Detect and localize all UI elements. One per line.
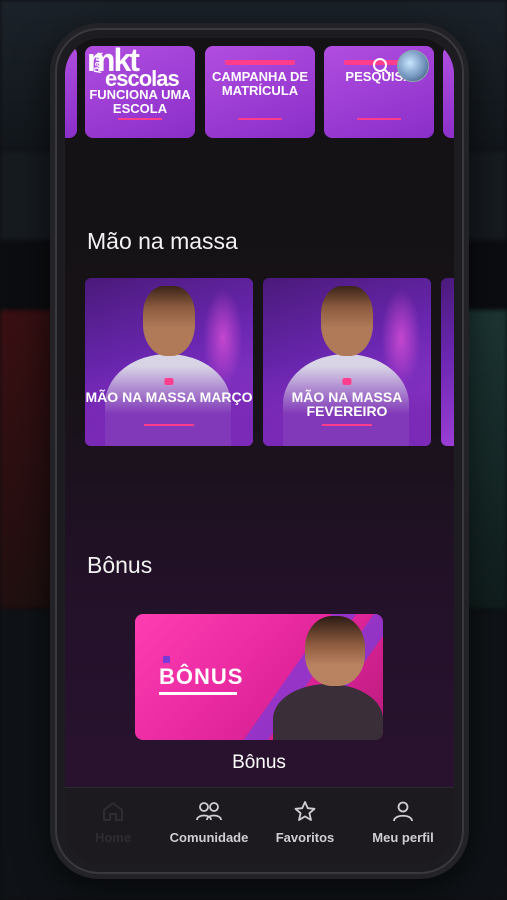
star-icon — [294, 801, 316, 821]
carousel-card-partial[interactable] — [65, 46, 77, 138]
card-person-head — [321, 286, 373, 356]
nav-label: Favoritos — [275, 830, 335, 845]
card-underline — [238, 118, 282, 120]
nav-label: Meu perfil — [372, 830, 434, 845]
card-underline — [159, 692, 237, 695]
card-tag — [342, 378, 352, 385]
card-person-head — [143, 286, 195, 356]
user-icon — [393, 801, 413, 822]
phone-frame: FUNCIONA UMA ESCOLA CAMPANHA DE MATRÍCUL… — [55, 28, 464, 874]
bonus-card-title: BÔNUS — [159, 664, 244, 689]
card-underline — [143, 424, 195, 426]
card-tag — [225, 60, 295, 65]
card-kicker — [163, 656, 171, 663]
nav-label: Comunidade — [169, 830, 249, 845]
nav-community[interactable]: Comunidade — [161, 800, 257, 845]
video-card[interactable]: MÃO NA MASSA MARÇO — [85, 278, 253, 446]
card-underline — [321, 424, 373, 426]
card-title: MÃO NA MASSA MARÇO — [85, 389, 253, 405]
nav-label: Home — [94, 830, 132, 845]
card-title: CAMPANHA DE MATRÍCULA — [211, 69, 309, 98]
section-title-bonus: Bônus — [87, 552, 153, 578]
card-underline — [357, 118, 401, 120]
nav-profile[interactable]: Meu perfil — [355, 800, 451, 845]
video-card[interactable]: MÃO NA MASSA FEVEREIRO — [263, 278, 431, 446]
card-tag — [164, 378, 174, 385]
bonus-card-label: Bônus — [232, 752, 286, 773]
home-icon — [103, 802, 123, 821]
carousel-card[interactable]: CAMPANHA DE MATRÍCULA — [205, 46, 315, 138]
nav-favorites[interactable]: Favoritos — [257, 800, 353, 845]
logo-escolas: escolas — [105, 66, 180, 91]
video-card-partial[interactable] — [441, 278, 454, 446]
card-underline — [118, 118, 162, 120]
bonus-card[interactable]: BÔNUS — [135, 614, 383, 740]
nav-home[interactable]: Home — [65, 800, 161, 845]
bottom-nav: Home Comunidade Favoritos Meu perfil — [65, 787, 454, 864]
section-title-mao-na-massa: Mão na massa — [87, 228, 238, 254]
avatar[interactable] — [397, 50, 429, 82]
search-icon[interactable] — [371, 56, 393, 78]
card-person-head — [305, 616, 365, 686]
community-icon — [196, 802, 222, 821]
card-title: MÃO NA MASSA FEVEREIRO — [291, 389, 403, 419]
app-screen: FUNCIONA UMA ESCOLA CAMPANHA DE MATRÍCUL… — [65, 38, 454, 864]
brand-logo[interactable]: mkt para escolas — [87, 44, 187, 94]
carousel-card-partial[interactable] — [443, 46, 454, 138]
